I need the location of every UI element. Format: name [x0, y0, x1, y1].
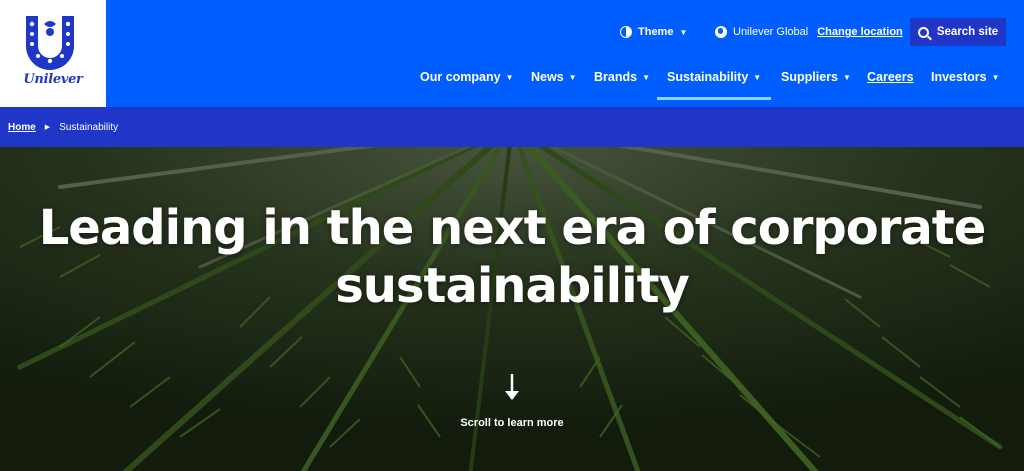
globe-icon: [715, 26, 727, 38]
nav-item-sustainability[interactable]: Sustainability ▼: [656, 60, 772, 100]
theme-label: Theme: [638, 26, 674, 38]
theme-toggle[interactable]: Theme ▼: [620, 18, 687, 46]
site-header: Unilever Theme ▼ Unilever Global Change …: [0, 0, 1024, 107]
nav-item-label: Suppliers: [781, 70, 838, 84]
nav-item-label: Investors: [931, 70, 987, 84]
chevron-down-icon: ▼: [568, 73, 577, 82]
hero-section: Leading in the next era of corporate sus…: [0, 147, 1024, 471]
nav-item-label: Our company: [420, 70, 501, 84]
scroll-label: Scroll to learn more: [460, 417, 564, 429]
search-button[interactable]: Search site: [910, 18, 1006, 46]
nav-item-investors[interactable]: Investors ▼: [931, 60, 1000, 100]
nav-item-our-company[interactable]: Our company ▼: [420, 60, 514, 100]
nav-item-label: Sustainability: [667, 70, 749, 84]
nav-item-label: Brands: [594, 70, 638, 84]
nav-item-careers[interactable]: Careers: [867, 60, 914, 100]
search-label: Search site: [936, 26, 999, 38]
chevron-down-icon: ▼: [991, 73, 1000, 82]
breadcrumb-home-link[interactable]: Home: [8, 122, 36, 133]
chevron-down-icon: ▼: [642, 73, 650, 82]
main-nav: Our company ▼ News ▼ Brands ▼ Sustainabi…: [0, 60, 1024, 100]
chevron-down-icon: ▼: [753, 73, 762, 82]
breadcrumb-current: Sustainability: [59, 121, 119, 133]
contrast-icon: [620, 26, 632, 38]
hero-heading-line-1: Leading in the next era of corporate: [38, 200, 987, 256]
chevron-down-icon: ▼: [505, 73, 514, 82]
nav-item-news[interactable]: News ▼: [531, 60, 577, 100]
change-location-link[interactable]: Change location: [817, 26, 903, 38]
nav-item-brands[interactable]: Brands ▼: [594, 60, 650, 100]
hero-heading-line-2: sustainability: [335, 258, 690, 314]
chevron-down-icon: ▼: [842, 73, 851, 82]
nav-item-suppliers[interactable]: Suppliers ▼: [781, 60, 851, 100]
chevron-right-icon: ▶: [44, 124, 51, 131]
nav-item-label: News: [531, 70, 564, 84]
search-icon: [917, 26, 929, 38]
scroll-to-learn-more[interactable]: Scroll to learn more: [412, 373, 612, 429]
chevron-down-icon: ▼: [679, 27, 688, 37]
hero-heading: Leading in the next era of corporate sus…: [0, 199, 1024, 315]
location-label: Unilever Global: [733, 26, 809, 38]
breadcrumb: Home ▶ Sustainability: [0, 107, 1024, 147]
nav-item-label: Careers: [867, 70, 914, 84]
arrow-down-icon: [505, 374, 519, 400]
location-selector: Unilever Global Change location: [715, 18, 903, 46]
